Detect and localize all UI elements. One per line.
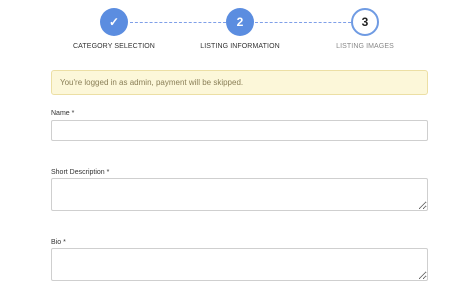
bio-label: Bio *	[51, 239, 66, 246]
step-2-indicator: 2	[226, 8, 254, 36]
short-description-textarea[interactable]	[51, 178, 428, 211]
name-label: Name *	[51, 110, 74, 117]
step-1-label: CATEGORY SELECTION	[73, 43, 155, 50]
short-description-label: Short Description *	[51, 169, 109, 176]
name-required-mark: *	[71, 110, 75, 117]
name-input[interactable]	[51, 120, 428, 141]
step-3-indicator: 3	[351, 8, 379, 36]
bio-label-text: Bio	[51, 239, 62, 246]
short-description-label-text: Short Description	[51, 169, 105, 176]
step-1-checkmark-icon: ✓	[100, 8, 128, 36]
alert-text: You're logged in as admin, payment will …	[60, 78, 244, 87]
stepper-connector-2	[255, 22, 351, 23]
bio-textarea[interactable]	[51, 248, 428, 281]
progress-stepper: ✓ 2 3 CATEGORY SELECTION LISTING INFORMA…	[0, 0, 474, 60]
stepper-connector-1	[130, 22, 226, 23]
step-2-label: LISTING INFORMATION	[200, 43, 280, 50]
name-label-text: Name	[51, 110, 70, 117]
admin-notice-alert: You're logged in as admin, payment will …	[51, 70, 428, 95]
step-3-label: LISTING IMAGES	[336, 43, 394, 50]
bio-required-mark: *	[63, 239, 66, 246]
short-description-required-mark: *	[106, 169, 110, 176]
